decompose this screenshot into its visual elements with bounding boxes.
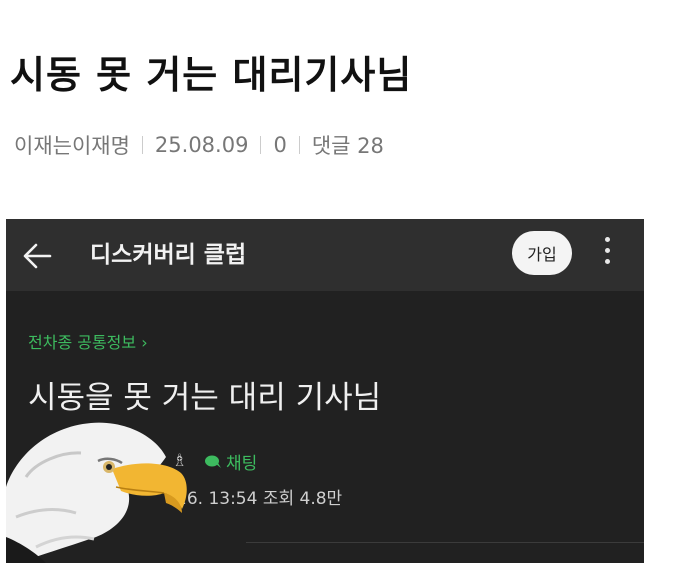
content-divider — [246, 542, 644, 543]
embedded-app-screenshot: 디스커버리 클럽 가입 전차종 공통정보 › 시동을 못 거는 대리 기사님 ♗… — [6, 219, 644, 563]
post-date: 25.08.09 — [154, 133, 249, 157]
chat-button[interactable]: 채팅 — [204, 449, 257, 474]
post-title: 시동 못 거는 대리기사님 — [10, 53, 413, 97]
chat-label: 채팅 — [226, 454, 258, 474]
article-date-views: 26. 13:54 조회 4.8만 — [176, 489, 343, 509]
eagle-image — [6, 422, 187, 563]
chat-bubble-icon — [205, 455, 221, 468]
comment-count-link[interactable]: 댓글 28 — [312, 130, 384, 160]
kebab-menu-icon[interactable] — [602, 237, 612, 273]
meta-divider — [260, 136, 262, 154]
arrow-left-icon[interactable] — [22, 242, 52, 270]
author-link[interactable]: 이재는이재명 — [14, 130, 130, 160]
post-meta: 이재는이재명 25.08.09 0 댓글 28 — [14, 130, 384, 160]
join-button[interactable]: 가입 — [512, 231, 572, 275]
club-name: 디스커버리 클럽 — [90, 242, 247, 268]
article-title: 시동을 못 거는 대리 기사님 — [28, 380, 382, 416]
like-count: 0 — [273, 133, 287, 157]
meta-divider — [298, 136, 300, 154]
app-top-bar: 디스커버리 클럽 가입 — [6, 219, 644, 291]
category-breadcrumb[interactable]: 전차종 공통정보 › — [28, 329, 148, 353]
meta-divider — [141, 136, 143, 154]
